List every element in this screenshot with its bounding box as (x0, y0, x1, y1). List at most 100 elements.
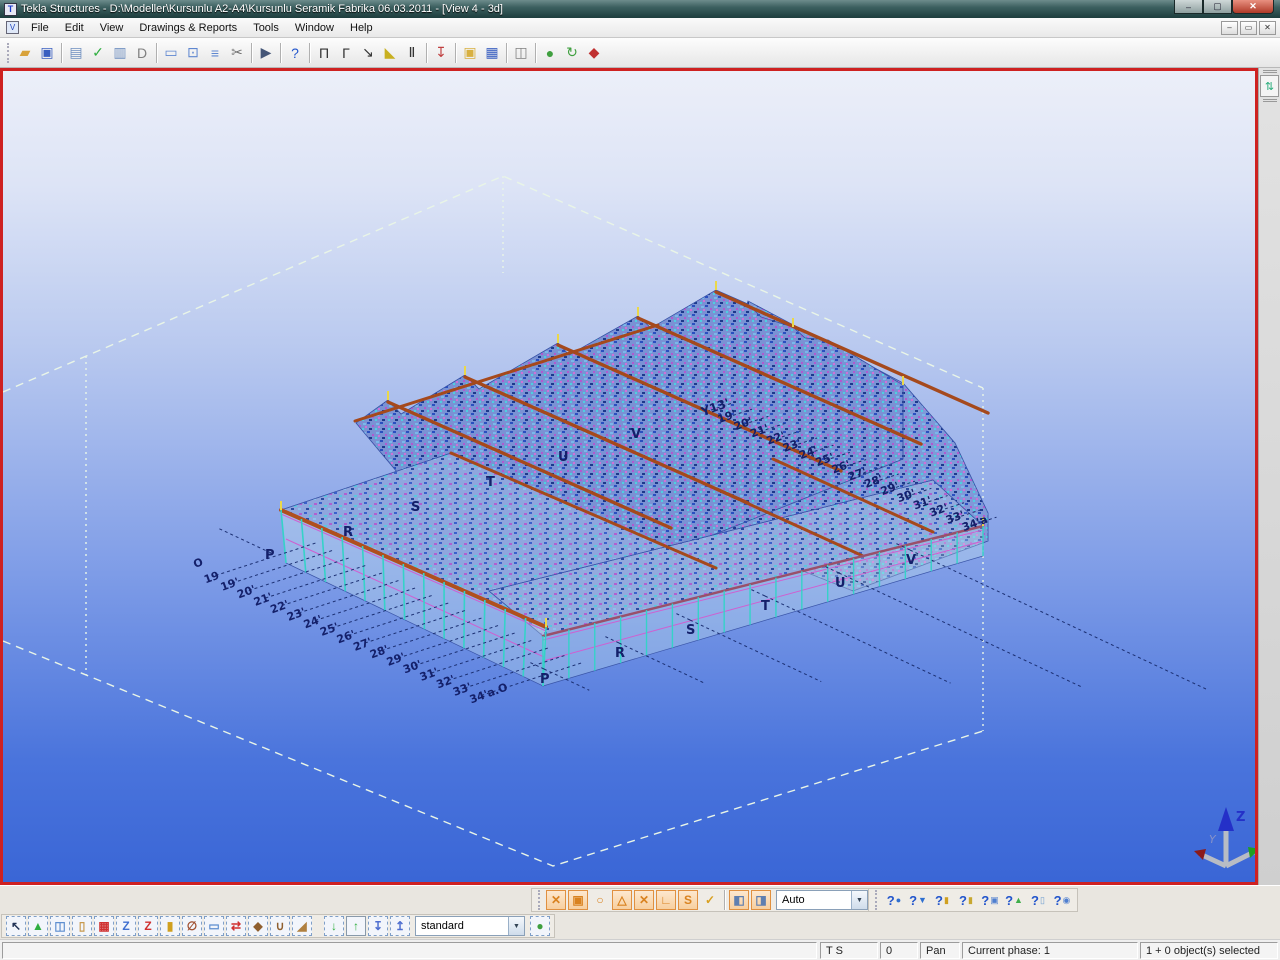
status-zero-field: 0 (880, 942, 918, 959)
snap-endpoint-button[interactable]: ▣ (568, 890, 588, 910)
toolbar-grip[interactable] (7, 43, 11, 63)
context-help-button[interactable]: ? (284, 42, 306, 64)
main-toolbar: ▰▣▤✓▥D▭⊡≡✂▶?ΠΓ↘◣Ⅱ↧▣▦◫●↻◆ (0, 38, 1280, 68)
create-beam-button[interactable]: Γ (335, 42, 357, 64)
angle-measure-button[interactable]: ◣ (379, 42, 401, 64)
fly-button[interactable]: ▶ (255, 42, 277, 64)
snap-toolbar: ✕▣○△✕∟S✓ ◧◨ Auto ▼ (531, 888, 872, 912)
grid-label: P (265, 548, 275, 563)
select-parts-button[interactable]: ▲ (28, 916, 48, 936)
select-fittings-button[interactable]: ◆ (248, 916, 268, 936)
model-viewport[interactable]: O1919'20'21'22'23'24'25'26'27'28'29'30'3… (0, 68, 1258, 885)
snap-midpoint-button[interactable]: △ (612, 890, 632, 910)
inquire-phase-button[interactable]: ?▲ (1003, 890, 1025, 910)
new-view-button[interactable]: ▭ (160, 42, 182, 64)
model-browser-button[interactable]: ● (539, 42, 561, 64)
dock-grip[interactable] (1263, 70, 1277, 73)
drawing-list-button[interactable]: D (131, 42, 153, 64)
table-button[interactable]: ▦ (481, 42, 503, 64)
inquire-toolbar-grip[interactable] (875, 890, 879, 910)
clip-plane-button[interactable]: ✂ (226, 42, 248, 64)
snap-toolbar-grip[interactable] (538, 890, 542, 910)
minimize-button[interactable]: – (1174, 0, 1203, 14)
create-report-button[interactable]: ▤ (65, 42, 87, 64)
inquire-object-button[interactable]: ?● (883, 890, 905, 910)
menu-window[interactable]: Window (287, 19, 342, 37)
model-view-3d: O1919'20'21'22'23'24'25'26'27'28'29'30'3… (3, 71, 1255, 882)
toolbar-separator (61, 43, 62, 63)
title-bar: T Tekla Structures - D:\Modeller\Kursunl… (0, 0, 1280, 18)
ucs-axis-icon: Z Y (1194, 807, 1255, 866)
snap-perpendicular-button[interactable]: ∟ (656, 890, 676, 910)
select-single-bolts-button[interactable]: ∅ (182, 916, 202, 936)
select-objects-button[interactable]: ▯ (72, 916, 92, 936)
select-distances-button[interactable]: ⇄ (226, 916, 246, 936)
report-button[interactable]: ◫ (510, 42, 532, 64)
grid-label: O (192, 555, 205, 570)
mdi-close-button[interactable]: ✕ (1259, 21, 1276, 35)
select-cuts-button[interactable]: Z (138, 916, 158, 936)
inquire-mark-icon: ▼ (918, 895, 927, 905)
snap-points-button[interactable]: ✕ (546, 890, 566, 910)
maximize-button[interactable]: ▢ (1203, 0, 1232, 14)
dropdown-arrow-icon[interactable]: ▼ (508, 917, 524, 935)
y-axis-label: Y (1209, 833, 1217, 846)
view-point-button[interactable]: ⊡ (182, 42, 204, 64)
question-icon: ? (887, 893, 895, 908)
open-model-button[interactable]: ▰ (14, 42, 36, 64)
snap-free-button[interactable]: ✓ (700, 890, 720, 910)
inquire-bolt-down-button[interactable]: ?▮ (931, 890, 953, 910)
pin-button[interactable]: ↧ (430, 42, 452, 64)
mdi-minimize-button[interactable]: – (1221, 21, 1238, 35)
toolbar-separator (156, 43, 157, 63)
create-grid-button[interactable]: Π (313, 42, 335, 64)
select-assemblies-button[interactable]: ↓ (324, 916, 344, 936)
menu-tools[interactable]: Tools (245, 19, 287, 37)
select-components-lower-button[interactable]: ↧ (368, 916, 388, 936)
publish-button[interactable]: ↻ (561, 42, 583, 64)
snap-plane-button[interactable]: ◧ (729, 890, 749, 910)
inquire-report-button[interactable]: ?▯ (1027, 890, 1049, 910)
menu-help[interactable]: Help (342, 19, 381, 37)
save-model-button[interactable]: ▣ (36, 42, 58, 64)
inquire-drawing-button[interactable]: ?◉ (1051, 890, 1073, 910)
select-welds-button[interactable]: Z (116, 916, 136, 936)
autosave-check-button[interactable]: ✓ (87, 42, 109, 64)
menu-drawings-reports[interactable]: Drawings & Reports (131, 19, 245, 37)
measure-button[interactable]: ↘ (357, 42, 379, 64)
select-bolts-button[interactable]: ▮ (160, 916, 180, 936)
phase-manager-button[interactable]: ● (530, 916, 550, 936)
inquire-mark-icon: ▮ (944, 895, 949, 906)
snap-extension-button[interactable]: S (678, 890, 698, 910)
select-components-button[interactable]: ◫ (50, 916, 70, 936)
mdi-restore-button[interactable]: ▭ (1240, 21, 1257, 35)
inquire-mark-icon: ▯ (1040, 895, 1045, 906)
print-drawings-button[interactable]: ▥ (109, 42, 131, 64)
select-objects-in-assemblies-button[interactable]: ↑ (346, 916, 366, 936)
view-list-button[interactable]: ≡ (204, 42, 226, 64)
select-surfaces-button[interactable]: ◢ (292, 916, 312, 936)
inquire-assembly-button[interactable]: ?▣ (979, 890, 1001, 910)
catalog-button[interactable]: ◆ (583, 42, 605, 64)
menu-view[interactable]: View (92, 19, 132, 37)
inquire-point-button[interactable]: ?▼ (907, 890, 929, 910)
select-grids-button[interactable]: ▦ (94, 916, 114, 936)
selection-filter-dropdown[interactable]: standard ▼ (415, 916, 525, 936)
dock-tool-button[interactable]: ⇅ (1260, 75, 1279, 97)
menu-edit[interactable]: Edit (57, 19, 92, 37)
snap-center-button[interactable]: ○ (590, 890, 610, 910)
snap-depth-dropdown[interactable]: Auto ▼ (776, 890, 868, 910)
copy-button[interactable]: ▣ (459, 42, 481, 64)
select-components-higher-button[interactable]: ↥ (390, 916, 410, 936)
fence-button[interactable]: Ⅱ (401, 42, 423, 64)
select-reinforcement-button[interactable]: ∪ (270, 916, 290, 936)
select-planes-button[interactable]: ▭ (204, 916, 224, 936)
select-all-button[interactable]: ↖ (6, 916, 26, 936)
menu-file[interactable]: File (23, 19, 57, 37)
snap-intersection-button[interactable]: ✕ (634, 890, 654, 910)
mdi-child-icon[interactable]: V (6, 21, 19, 34)
dropdown-arrow-icon[interactable]: ▼ (851, 891, 867, 909)
close-button[interactable]: ✕ (1232, 0, 1274, 14)
snap-ortho-button[interactable]: ◨ (751, 890, 771, 910)
inquire-bolt-up-button[interactable]: ?▮ (955, 890, 977, 910)
